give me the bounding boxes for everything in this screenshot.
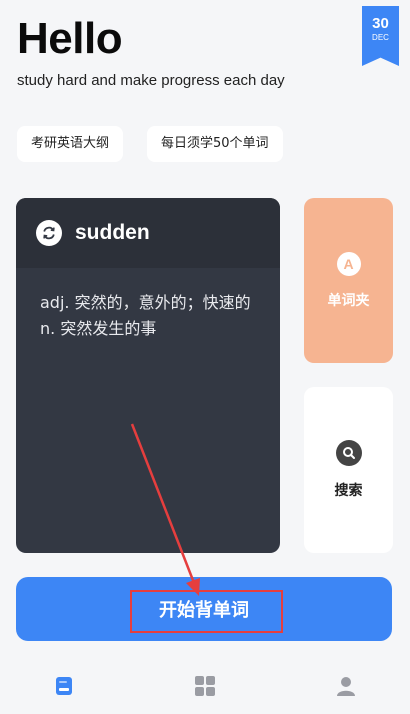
grid-icon — [195, 676, 215, 696]
date-day: 30 — [372, 15, 389, 32]
search-label: 搜索 — [334, 483, 363, 499]
wordbook-label: 单词夹 — [327, 292, 370, 309]
book-icon — [56, 677, 72, 695]
word-text: sudden — [75, 221, 150, 244]
tab-profile[interactable] — [334, 674, 358, 698]
tab-words[interactable] — [52, 674, 76, 698]
wordbook-icon: A — [336, 251, 361, 276]
start-memorize-label: 开始背单词 — [159, 600, 249, 621]
bottom-tabbar — [0, 660, 410, 714]
meaning-line: n. 突然发生的事 — [40, 319, 157, 338]
start-memorize-button[interactable]: 开始背单词 — [16, 577, 392, 641]
word-card-header: sudden — [16, 198, 280, 268]
tab-modules[interactable] — [193, 674, 217, 698]
greeting-title: Hello — [17, 14, 123, 63]
date-month: DEC — [372, 33, 389, 42]
subtitle: study hard and make progress each day — [17, 72, 285, 89]
search-icon — [335, 440, 362, 466]
user-icon — [337, 677, 355, 696]
meaning-line: adj. 突然的，意外的；快速的 — [40, 293, 251, 312]
search-button[interactable]: 搜索 — [304, 387, 393, 553]
refresh-icon[interactable] — [36, 220, 62, 246]
tag-syllabus[interactable]: 考研英语大纲 — [17, 126, 124, 162]
word-card[interactable]: sudden adj. 突然的，意外的；快速的 n. 突然发生的事 — [16, 198, 280, 553]
date-badge: 30 DEC — [362, 6, 399, 66]
wordbook-button[interactable]: A 单词夹 — [304, 198, 393, 363]
word-meaning: adj. 突然的，意外的；快速的 n. 突然发生的事 — [16, 268, 280, 342]
tag-daily-words[interactable]: 每日须学50个单词 — [147, 126, 283, 162]
